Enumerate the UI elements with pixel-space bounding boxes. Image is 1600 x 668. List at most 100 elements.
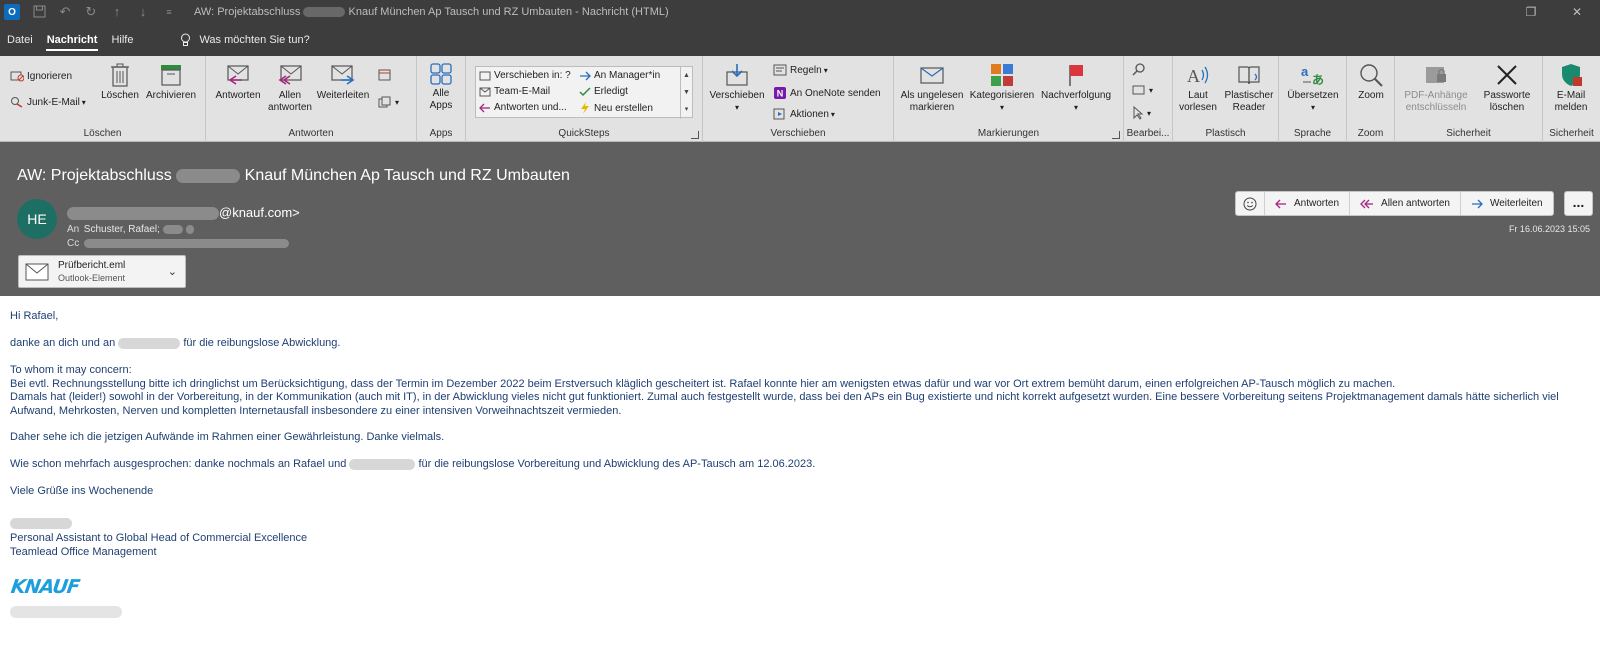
group-label-sicherheit: Sicherheit [1446, 128, 1491, 139]
undo-icon[interactable]: ↶ [58, 5, 72, 19]
redacted-text [349, 458, 416, 470]
tab-datei[interactable]: Datei [0, 24, 40, 56]
zoom-button[interactable]: Zoom [1351, 62, 1391, 102]
header-forward-button[interactable]: Weiterleiten [1461, 192, 1553, 215]
quicksteps-scrollbar[interactable]: ▲ ▼ ▾ [680, 67, 692, 119]
select-button[interactable]: ▾ [1132, 106, 1151, 120]
flag-icon [1069, 65, 1083, 86]
delete-button[interactable]: Löschen [100, 62, 140, 102]
quickstep-move-to[interactable]: Verschieben in: ? [479, 70, 571, 81]
menu-bar: Datei Nachricht Hilfe Was möchten Sie tu… [0, 24, 1600, 56]
actions-button[interactable]: Aktionen ▾ [773, 108, 835, 120]
quickstep-reply-delete[interactable]: Antworten und... [479, 102, 567, 113]
redo-icon[interactable]: ↻ [84, 5, 98, 19]
group-plastisch: A Laut vorlesen Plastischer Reader Plastis… [1173, 56, 1279, 142]
sender-avatar[interactable]: HE [17, 199, 57, 239]
body-paragraph-4: Wie schon mehrfach ausgesprochen: danke … [10, 458, 816, 470]
translate-icon: aあ [1301, 64, 1324, 87]
group-label-markierungen: Markierungen [977, 128, 1040, 139]
svg-text:あ: あ [1312, 73, 1324, 87]
read-aloud-icon: A [1187, 66, 1209, 86]
x-icon [1497, 65, 1517, 85]
previous-item-icon[interactable]: ↑ [110, 5, 124, 19]
attachment-type: Outlook-Element [58, 273, 126, 283]
forward-button[interactable]: Weiterleiten [314, 62, 372, 102]
read-aloud-button[interactable]: A Laut vorlesen [1176, 62, 1220, 114]
chevron-down-icon[interactable]: ⌄ [168, 265, 177, 278]
body-paragraph-1: Bei evtl. Rechnungsstellung bitte ich dr… [10, 377, 1396, 390]
quickstep-to-manager[interactable]: An Manager*in [579, 70, 660, 81]
quicksteps-gallery: Verschieben in: ? Team-E-Mail Antworten … [475, 66, 693, 119]
related-button[interactable]: ▾ [1132, 84, 1153, 96]
restore-window-icon[interactable]: ❐ [1508, 0, 1554, 24]
body-paragraph-3: Daher sehe ich die jetzigen Aufwände im … [10, 431, 445, 443]
header-reply-button[interactable]: Antworten [1265, 192, 1351, 215]
decrypt-pdf-button[interactable]: PDF-Anhänge entschlüsseln [1399, 62, 1473, 114]
immersive-reader-button[interactable]: Plastischer Reader [1221, 62, 1277, 114]
group-zoom: Zoom Zoom [1347, 56, 1395, 142]
reply-button[interactable]: Antworten [212, 62, 264, 102]
quickstep-team-email[interactable]: Team-E-Mail [479, 86, 550, 97]
all-apps-button[interactable]: Alle Apps [421, 62, 461, 112]
search-icon [1132, 63, 1145, 76]
categorize-icon [991, 64, 1013, 86]
categorize-button[interactable]: Kategorisieren ▾ [968, 62, 1036, 114]
header-reply-all-button[interactable]: Allen antworten [1350, 192, 1461, 215]
quicksteps-launcher-icon[interactable] [691, 131, 699, 139]
delete-passwords-button[interactable]: Passworte löschen [1475, 62, 1539, 114]
group-label-verschieben: Verschieben [770, 128, 826, 139]
group-label-bearbeiten: Bearbei... [1126, 128, 1170, 139]
ribbon: Ignorieren Junk-E-Mail ▾ Löschen Archivie… [0, 56, 1600, 142]
attachment-card[interactable]: Prüfbericht.eml Outlook-Element ⌄ [18, 255, 186, 288]
tab-nachricht[interactable]: Nachricht [40, 24, 105, 56]
body-closing: Viele Grüße ins Wochenende [10, 485, 154, 497]
tell-me-label: Was möchten Sie tun? [199, 34, 310, 46]
emoji-reaction-button[interactable] [1236, 192, 1265, 215]
forward-icon [331, 65, 355, 85]
tell-me-search[interactable]: Was möchten Sie tun? [180, 33, 310, 47]
close-window-icon[interactable]: ✕ [1554, 0, 1600, 24]
reply-icon [1275, 199, 1286, 208]
forward-icon [1471, 199, 1483, 208]
customize-toolbar-icon[interactable]: ≡ [162, 5, 176, 19]
send-to-onenote-button[interactable]: N An OneNote senden [773, 86, 881, 100]
next-item-icon[interactable]: ↓ [136, 5, 150, 19]
more-reply-options-button[interactable]: ▾ [378, 96, 399, 109]
lightning-icon [581, 102, 589, 114]
meeting-reply-button[interactable] [378, 68, 395, 81]
follow-up-button[interactable]: Nachverfolgung ▾ [1038, 62, 1114, 114]
mark-unread-button[interactable]: Als ungelesen markieren [898, 62, 966, 114]
signature-title-1: Personal Assistant to Global Head of Com… [10, 532, 308, 544]
cc-recipients[interactable]: Cc [67, 238, 289, 249]
find-button[interactable] [1132, 62, 1149, 76]
group-label-antworten: Antworten [288, 128, 334, 139]
message-datetime: Fr 16.06.2023 15:05 [1508, 224, 1590, 234]
translate-button[interactable]: aあ Übersetzen ▾ [1283, 62, 1343, 114]
ignore-button[interactable]: Ignorieren [10, 70, 72, 82]
report-email-button[interactable]: E-Mail melden [1547, 62, 1595, 114]
junk-email-button[interactable]: Junk-E-Mail ▾ [10, 96, 86, 108]
quickstep-done[interactable]: Erledigt [579, 86, 628, 97]
sender-address[interactable]: @knauf.com> [67, 205, 300, 221]
group-markierungen: Als ungelesen markieren Kategorisieren ▾ N… [894, 56, 1124, 142]
to-recipients[interactable]: An Schuster, Rafael; [67, 224, 194, 235]
reply-icon [227, 65, 249, 85]
tab-hilfe[interactable]: Hilfe [104, 24, 140, 56]
message-body: Hi Rafael, danke an dich und an für die … [0, 296, 1600, 668]
quickstep-create-new[interactable]: Neu erstellen [579, 102, 653, 114]
knauf-logo: KNAUF [9, 576, 81, 598]
reply-all-button[interactable]: Allen antworten [266, 62, 314, 114]
signature-name [10, 517, 1585, 531]
group-sprache: aあ Übersetzen ▾ Sprache [1279, 56, 1347, 142]
save-icon[interactable] [32, 5, 46, 19]
more-actions-button[interactable]: ... [1564, 191, 1593, 216]
move-folder-icon [479, 71, 491, 80]
move-icon [726, 64, 748, 86]
message-header: AW: Projektabschluss Knauf München Ap Ta… [0, 143, 1600, 295]
move-button[interactable]: Verschieben ▾ [709, 62, 765, 114]
markierungen-launcher-icon[interactable] [1112, 131, 1120, 139]
rules-button[interactable]: Regeln ▾ [773, 64, 828, 76]
archive-button[interactable]: Archivieren [143, 62, 199, 102]
meeting-icon [378, 69, 391, 81]
trash-icon [111, 63, 129, 87]
